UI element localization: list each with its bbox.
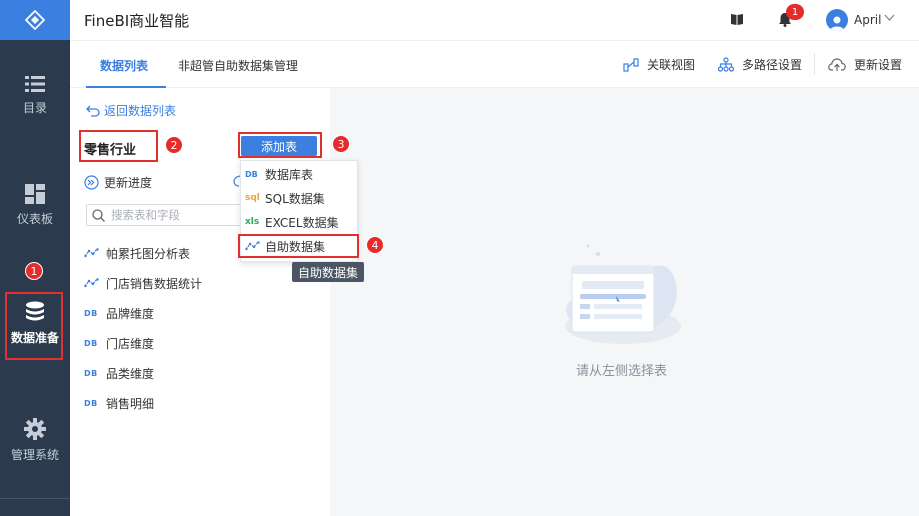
update-progress-label: 更新进度 xyxy=(104,176,153,190)
fine-logo[interactable] xyxy=(0,0,70,40)
search-icon xyxy=(92,208,105,222)
search-input[interactable] xyxy=(111,208,231,222)
search-box[interactable] xyxy=(86,204,246,226)
hierarchy-icon xyxy=(718,57,734,72)
annotation-badge: 2 xyxy=(165,136,183,154)
list-item[interactable]: 门店销售数据统计 xyxy=(84,268,324,298)
relation-view-label: 关联视图 xyxy=(647,58,696,72)
self-service-dataset-icon xyxy=(84,248,106,258)
sidebar-item-label: 仪表板 xyxy=(16,211,53,226)
table-name: 帕累托图分析表 xyxy=(106,246,191,261)
multipath-label: 多路径设置 xyxy=(742,58,803,72)
cloud-upload-icon xyxy=(828,57,846,71)
excel-icon: xls xyxy=(245,217,260,227)
back-arrow-icon xyxy=(86,105,100,117)
menu-item-excel-dataset[interactable]: xls EXCEL数据集 xyxy=(245,211,339,233)
list-item[interactable]: DB 品牌维度 xyxy=(84,298,324,328)
menu-item-sql-dataset[interactable]: sql SQL数据集 xyxy=(245,187,325,209)
update-progress-button[interactable]: 更新进度 xyxy=(84,174,152,191)
table-name: 品牌维度 xyxy=(106,306,155,321)
sidebar-item-management[interactable]: 管理系统 xyxy=(0,405,70,475)
sql-icon: sql xyxy=(245,193,260,203)
preview-pane: 请从左侧选择表 xyxy=(330,88,919,516)
update-settings-button[interactable]: 更新设置 xyxy=(828,56,902,73)
menu-item-self-service-dataset[interactable]: 自助数据集 xyxy=(245,235,325,257)
table-name: 门店维度 xyxy=(106,336,155,351)
multipath-settings-button[interactable]: 多路径设置 xyxy=(718,56,802,73)
table-name: 品类维度 xyxy=(106,366,155,381)
dashboard-icon xyxy=(25,183,45,204)
tab-self-service-management[interactable]: 非超管自助数据集管理 xyxy=(178,57,298,74)
table-list-pane: 返回数据列表 零售行业 添加表 更新进度 帕累托图分析表 门店销 xyxy=(70,88,330,516)
top-bar: FineBI商业智能 1 April xyxy=(70,0,919,40)
app-title: FineBI商业智能 xyxy=(84,12,190,30)
sidebar: 目录 仪表板 数据准备 管理系统 xyxy=(0,0,70,516)
sidebar-item-label: 目录 xyxy=(22,100,47,115)
logo-icon xyxy=(25,10,45,30)
book-icon[interactable] xyxy=(730,12,744,26)
sidebar-item-label: 数据准备 xyxy=(10,330,59,345)
annotation-badge: 4 xyxy=(366,236,384,254)
annotation-badge: 3 xyxy=(332,135,350,153)
tooltip: 自助数据集 xyxy=(292,262,364,282)
self-service-dataset-icon xyxy=(245,241,265,251)
database-icon xyxy=(26,301,44,320)
empty-state-illustration xyxy=(565,244,681,344)
table-name: 门店销售数据统计 xyxy=(106,276,203,291)
menu-item-label: 数据库表 xyxy=(265,167,314,182)
tab-data-list[interactable]: 数据列表 xyxy=(100,57,148,74)
list-item[interactable]: DB 品类维度 xyxy=(84,358,324,388)
relation-view-button[interactable]: 关联视图 xyxy=(623,56,695,73)
divider xyxy=(0,498,70,499)
back-to-data-list-link[interactable]: 返回数据列表 xyxy=(86,102,176,119)
chevron-down-icon[interactable] xyxy=(884,14,895,22)
sidebar-item-directory[interactable]: 目录 xyxy=(0,60,70,130)
menu-item-label: 自助数据集 xyxy=(265,239,326,254)
menu-item-db-table[interactable]: DB 数据库表 xyxy=(245,163,313,185)
relation-icon xyxy=(623,57,639,72)
list-item[interactable]: DB 门店维度 xyxy=(84,328,324,358)
user-icon xyxy=(830,16,844,31)
sidebar-item-data-prep[interactable]: 数据准备 xyxy=(0,288,70,358)
db-table-icon: DB xyxy=(84,398,98,408)
sidebar-item-label: 管理系统 xyxy=(10,447,59,462)
notification-badge: 1 xyxy=(786,4,804,20)
package-title: 零售行业 xyxy=(84,143,137,158)
self-service-dataset-icon xyxy=(84,278,106,288)
db-table-icon: DB xyxy=(84,338,98,348)
menu-item-label: EXCEL数据集 xyxy=(265,215,339,230)
update-progress-icon xyxy=(84,175,99,190)
list-icon xyxy=(25,75,45,92)
user-name[interactable]: April xyxy=(854,13,881,27)
back-link-label: 返回数据列表 xyxy=(104,104,177,118)
gear-icon xyxy=(24,417,46,440)
add-table-dropdown: DB 数据库表 sql SQL数据集 xls EXCEL数据集 自助数据集 xyxy=(240,160,358,262)
add-table-button[interactable]: 添加表 xyxy=(241,136,317,156)
tabs-bar: 数据列表 非超管自助数据集管理 关联视图 多路径设置 更新设置 xyxy=(70,40,919,88)
annotation-badge: 1 xyxy=(25,262,43,280)
avatar[interactable] xyxy=(826,9,848,31)
toolbar-divider xyxy=(814,53,815,75)
sidebar-item-dashboard[interactable]: 仪表板 xyxy=(0,170,70,240)
table-list: 帕累托图分析表 门店销售数据统计 DB 品牌维度 DB 门店维度 DB 品类维度… xyxy=(84,238,324,418)
menu-item-label: SQL数据集 xyxy=(265,191,325,206)
db-table-icon: DB xyxy=(245,169,258,179)
db-table-icon: DB xyxy=(84,368,98,378)
list-item[interactable]: DB 销售明细 xyxy=(84,388,324,418)
table-name: 销售明细 xyxy=(106,396,155,411)
update-settings-label: 更新设置 xyxy=(854,58,903,72)
db-table-icon: DB xyxy=(84,308,98,318)
empty-state-text: 请从左侧选择表 xyxy=(576,364,668,379)
